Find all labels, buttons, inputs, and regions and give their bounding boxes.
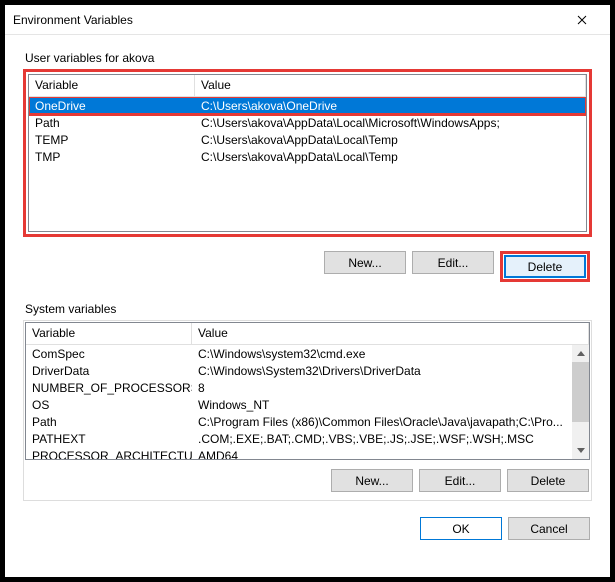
close-icon	[577, 15, 587, 25]
cell-variable: ComSpec	[26, 347, 192, 361]
system-vars-listview[interactable]: Variable Value ComSpec C:\Windows\system…	[25, 322, 590, 460]
dialog-window: Environment Variables User variables for…	[0, 0, 615, 582]
column-header-variable[interactable]: Variable	[26, 323, 192, 344]
close-button[interactable]	[562, 6, 602, 34]
scrollbar-vertical[interactable]	[572, 345, 589, 459]
cell-variable: Path	[29, 116, 195, 130]
user-vars-highlight: Variable Value OneDrive C:\Users\akova\O…	[23, 69, 592, 237]
scroll-up-icon[interactable]	[572, 345, 589, 362]
table-row[interactable]: PATHEXT .COM;.EXE;.BAT;.CMD;.VBS;.VBE;.J…	[26, 430, 589, 447]
cell-value: C:\Windows\System32\Drivers\DriverData	[192, 364, 589, 378]
cell-value: C:\Users\akova\AppData\Local\Temp	[195, 133, 586, 147]
cell-value: C:\Users\akova\AppData\Local\Temp	[195, 150, 586, 164]
table-row[interactable]: Path C:\Program Files (x86)\Common Files…	[26, 413, 589, 430]
scrollbar-thumb[interactable]	[572, 362, 589, 422]
user-vars-listview[interactable]: Variable Value OneDrive C:\Users\akova\O…	[28, 74, 587, 232]
new-button[interactable]: New...	[331, 469, 413, 492]
edit-button[interactable]: Edit...	[412, 251, 494, 274]
cell-value: C:\Users\akova\OneDrive	[195, 99, 586, 113]
dialog-buttons: OK Cancel	[23, 511, 592, 544]
user-vars-label: User variables for akova	[25, 51, 592, 65]
table-row[interactable]: OS Windows_NT	[26, 396, 589, 413]
system-vars-buttons: New... Edit... Delete	[24, 461, 591, 496]
table-row[interactable]: NUMBER_OF_PROCESSORS 8	[26, 379, 589, 396]
edit-button[interactable]: Edit...	[419, 469, 501, 492]
delete-button[interactable]: Delete	[504, 255, 586, 278]
dialog-content: User variables for akova Variable Value …	[5, 35, 610, 558]
delete-button[interactable]: Delete	[507, 469, 589, 492]
window-title: Environment Variables	[13, 13, 562, 27]
table-row[interactable]: ComSpec C:\Windows\system32\cmd.exe	[26, 345, 589, 362]
table-row[interactable]: DriverData C:\Windows\System32\Drivers\D…	[26, 362, 589, 379]
titlebar: Environment Variables	[5, 5, 610, 35]
cell-value: .COM;.EXE;.BAT;.CMD;.VBS;.VBE;.JS;.JSE;.…	[192, 432, 589, 446]
table-row[interactable]: PROCESSOR_ARCHITECTURE AMD64	[26, 447, 589, 459]
cell-variable: TEMP	[29, 133, 195, 147]
table-row[interactable]: OneDrive C:\Users\akova\OneDrive	[29, 97, 586, 114]
cell-variable: TMP	[29, 150, 195, 164]
delete-button-highlight: Delete	[500, 251, 590, 282]
cell-value: C:\Program Files (x86)\Common Files\Orac…	[192, 415, 589, 429]
cell-variable: PROCESSOR_ARCHITECTURE	[26, 449, 192, 460]
user-vars-body: OneDrive C:\Users\akova\OneDrive Path C:…	[29, 97, 586, 231]
cell-variable: Path	[26, 415, 192, 429]
cell-variable: NUMBER_OF_PROCESSORS	[26, 381, 192, 395]
cell-value: C:\Windows\system32\cmd.exe	[192, 347, 589, 361]
system-vars-group: Variable Value ComSpec C:\Windows\system…	[23, 320, 592, 501]
new-button[interactable]: New...	[324, 251, 406, 274]
listview-header: Variable Value	[29, 75, 586, 97]
cancel-button[interactable]: Cancel	[508, 517, 590, 540]
column-header-value[interactable]: Value	[192, 323, 589, 344]
table-row[interactable]: TEMP C:\Users\akova\AppData\Local\Temp	[29, 131, 586, 148]
scroll-down-icon[interactable]	[572, 442, 589, 459]
column-header-value[interactable]: Value	[195, 75, 586, 96]
system-vars-label: System variables	[25, 302, 592, 316]
listview-header: Variable Value	[26, 323, 589, 345]
cell-value: 8	[192, 381, 589, 395]
cell-value: Windows_NT	[192, 398, 589, 412]
ok-button[interactable]: OK	[420, 517, 502, 540]
column-header-variable[interactable]: Variable	[29, 75, 195, 96]
cell-variable: OneDrive	[29, 99, 195, 113]
cell-variable: DriverData	[26, 364, 192, 378]
user-vars-buttons: New... Edit... Delete	[23, 243, 592, 286]
cell-variable: PATHEXT	[26, 432, 192, 446]
table-row[interactable]: Path C:\Users\akova\AppData\Local\Micros…	[29, 114, 586, 131]
table-row[interactable]: TMP C:\Users\akova\AppData\Local\Temp	[29, 148, 586, 165]
cell-value: C:\Users\akova\AppData\Local\Microsoft\W…	[195, 116, 586, 130]
cell-value: AMD64	[192, 449, 589, 460]
system-vars-body: ComSpec C:\Windows\system32\cmd.exe Driv…	[26, 345, 589, 459]
cell-variable: OS	[26, 398, 192, 412]
